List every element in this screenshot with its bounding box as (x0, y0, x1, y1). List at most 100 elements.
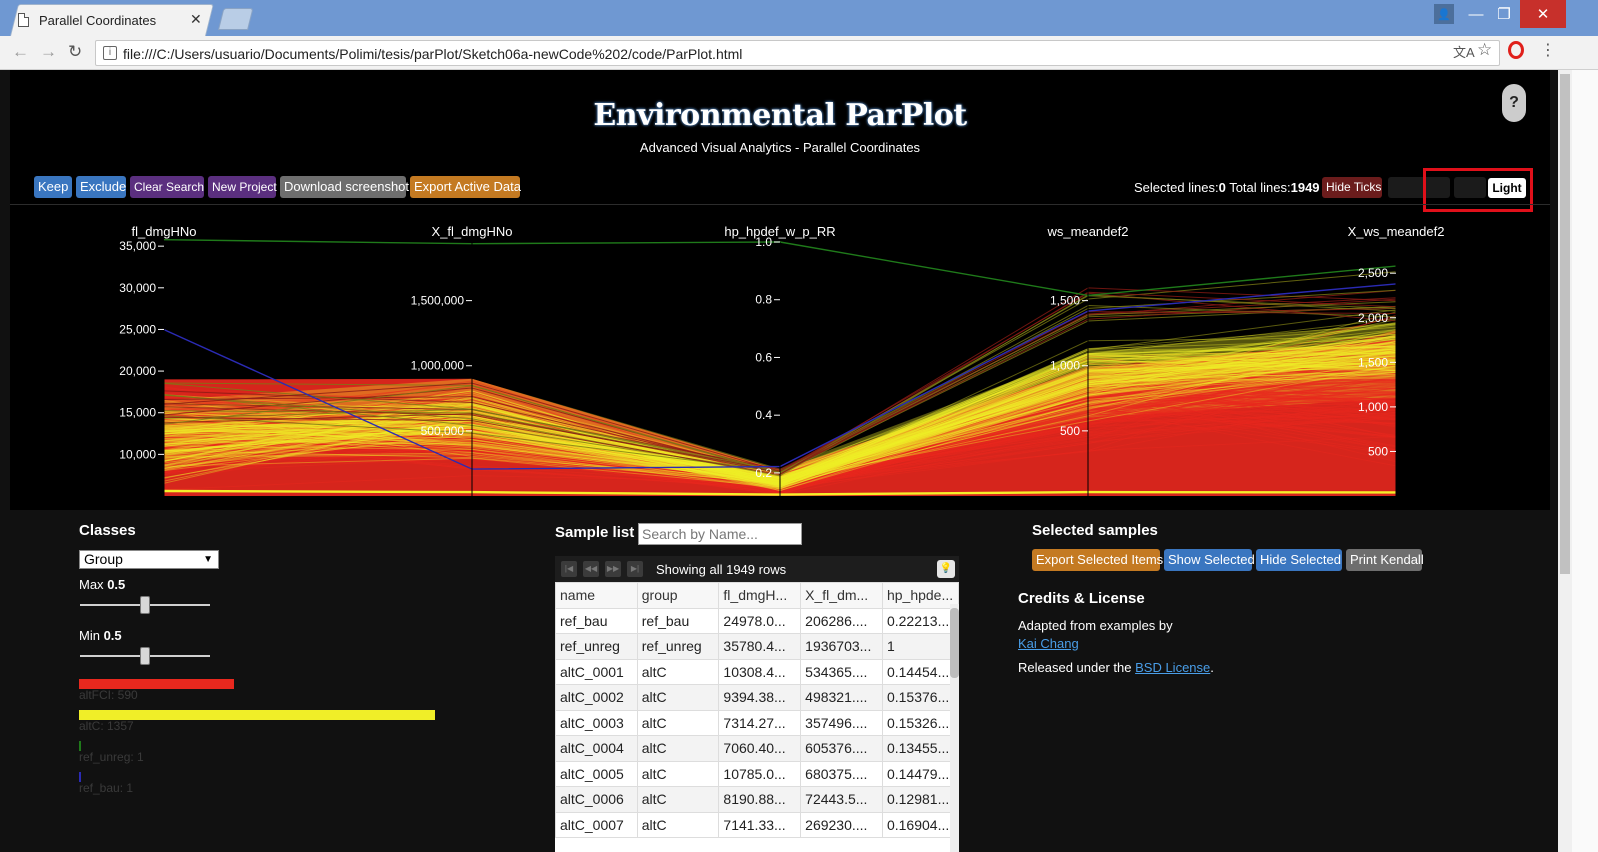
column-header-2[interactable]: fl_dmgH... (718, 582, 802, 609)
min-value: 0.5 (103, 628, 122, 643)
table-cell: 9394.38... (718, 684, 802, 711)
page-icon (18, 13, 29, 27)
tick-label: 35,000 (119, 239, 156, 253)
bookmark-star-icon[interactable]: ☆ (1477, 40, 1492, 60)
window-close-icon[interactable]: ✕ (1520, 0, 1566, 28)
search-by-name-input[interactable]: Search by Name... (638, 523, 802, 545)
table-row[interactable]: altC_0005 altC 10785.0... 680375.... 0.14479… (555, 760, 959, 787)
tick-label: 10,000 (119, 447, 156, 461)
tick-label: 0.2 (755, 466, 772, 480)
table-cell: 605376.... (800, 735, 883, 762)
table-row[interactable]: ref_bau ref_bau 24978.0... 206286.... 0.2221… (555, 607, 959, 634)
show-selected-button[interactable]: Show Selected (1164, 549, 1255, 571)
tick-label: 25,000 (119, 322, 156, 336)
group-select[interactable]: Group ▼ (79, 550, 219, 569)
table-row[interactable]: altC_0001 altC 10308.4... 534365.... 0.14454… (555, 658, 959, 685)
translate-icon[interactable]: 文A (1453, 42, 1475, 61)
table-cell: altC (636, 658, 720, 685)
tab-close-icon[interactable]: ✕ (190, 11, 202, 28)
next-page-icon[interactable]: ▶▶ (605, 561, 621, 577)
tick-label: 500 (1060, 424, 1080, 438)
chevron-down-icon: ▼ (203, 554, 213, 565)
table-row[interactable]: altC_0004 altC 7060.40... 605376.... 0.13455… (555, 735, 959, 762)
table-cell: 7314.27... (718, 709, 802, 736)
first-page-icon[interactable]: |◀ (561, 561, 577, 577)
selected-samples-title: Selected samples (1032, 522, 1158, 539)
address-bar[interactable]: i file:///C:/Users/usuario/Documents/Pol… (95, 40, 1500, 66)
restore-icon[interactable]: ❐ (1494, 0, 1514, 28)
page: Environmental ParPlot Advanced Visual An… (0, 70, 1598, 852)
back-icon[interactable]: ← (12, 42, 29, 62)
table-cell: altC (636, 735, 720, 762)
new-tab-button[interactable] (218, 8, 254, 30)
table-cell: altC_0006 (555, 786, 638, 813)
class-label-ref_bau: ref_bau: 1 (79, 781, 134, 795)
table-cell: 10785.0... (718, 760, 802, 787)
table-cell: altC_0007 (555, 811, 638, 838)
axis-label[interactable]: hp_hpdef_w_p_RR (724, 224, 835, 239)
table-cell: 0.12981... (881, 786, 959, 813)
minimize-icon[interactable]: — (1466, 0, 1486, 28)
page-scrollbar-thumb[interactable] (1560, 74, 1570, 574)
column-header-0[interactable]: name (555, 582, 638, 609)
classes-title: Classes (79, 522, 136, 539)
print-kendall-button[interactable]: Print Kendall (1346, 549, 1424, 571)
table-cell: 0.16904... (881, 811, 959, 838)
tick-label: 500 (1368, 444, 1388, 458)
table-cell: altC_0005 (555, 760, 638, 787)
url-text: file:///C:/Users/usuario/Documents/Polim… (123, 46, 743, 62)
browser-tab[interactable]: Parallel Coordinates ✕ (18, 8, 202, 32)
table-row[interactable]: altC_0006 altC 8190.88... 72443.5... 0.12981… (555, 786, 959, 813)
page-edge (1572, 70, 1598, 852)
kai-chang-link[interactable]: Kai Chang (1018, 636, 1079, 651)
export-selected-button[interactable]: Export Selected Items (1032, 549, 1163, 571)
credits-license-line: Released under the BSD License. (1018, 660, 1214, 675)
table-cell: ref_bau (555, 607, 638, 634)
tick-label: 30,000 (119, 281, 156, 295)
parallel-coordinates-chart[interactable]: fl_dmgHNo 10,000 15,000 20,000 25,000 30,000 3… (0, 70, 1540, 510)
page-info-icon[interactable]: i (103, 46, 117, 60)
table-cell: 24978.0... (718, 607, 802, 634)
table-cell: ref_unreg (555, 633, 638, 660)
max-slider-handle[interactable] (140, 596, 150, 614)
column-header-3[interactable]: X_fl_dm... (800, 582, 883, 609)
table-cell: 680375.... (800, 760, 883, 787)
table-scrollbar-thumb[interactable] (950, 608, 959, 678)
class-label-altC: altC: 1357 (79, 719, 134, 733)
axis-label[interactable]: ws_meandef2 (1047, 224, 1129, 239)
table-row[interactable]: altC_0003 altC 7314.27... 357496.... 0.15326… (555, 709, 959, 736)
tab-title: Parallel Coordinates (39, 12, 157, 28)
user-icon[interactable]: 👤 (1434, 4, 1454, 24)
table-cell: 7060.40... (718, 735, 802, 762)
table-cell: 0.15326... (881, 709, 959, 736)
menu-icon[interactable]: ⋮ (1540, 40, 1556, 60)
min-slider-handle[interactable] (140, 647, 150, 665)
table-cell: altC (636, 786, 720, 813)
forward-icon[interactable]: → (40, 42, 57, 62)
last-page-icon[interactable]: ▶| (627, 561, 643, 577)
prev-page-icon[interactable]: ◀◀ (583, 561, 599, 577)
table-cell: 498321.... (800, 684, 883, 711)
table-scrollbar[interactable] (950, 604, 959, 852)
axis-label[interactable]: fl_dmgHNo (131, 224, 196, 239)
column-header-4[interactable]: hp_hpde... (881, 582, 959, 609)
hide-selected-button[interactable]: Hide Selected (1256, 549, 1342, 571)
column-header-1[interactable]: group (636, 582, 720, 609)
table-row[interactable]: altC_0007 altC 7141.33... 269230.... 0.16904… (555, 811, 959, 838)
lightbulb-icon[interactable]: 💡 (937, 560, 955, 578)
table-pager: |◀ ◀◀ ▶▶ ▶| Showing all 1949 rows 💡 (555, 556, 959, 582)
axis-label[interactable]: X_ws_meandef2 (1348, 224, 1445, 239)
tick-label: 20,000 (119, 364, 156, 378)
reload-icon[interactable]: ↻ (68, 42, 82, 62)
class-label-ref_unreg: ref_unreg: 1 (79, 750, 144, 764)
axis-label[interactable]: X_fl_dmgHNo (432, 224, 513, 239)
table-row[interactable]: ref_unreg ref_unreg 35780.4... 1936703... 1 (555, 633, 959, 660)
opera-icon[interactable] (1508, 41, 1524, 59)
table-cell: 7141.33... (718, 811, 802, 838)
page-scrollbar[interactable] (1558, 70, 1572, 852)
table-row[interactable]: altC_0002 altC 9394.38... 498321.... 0.15376… (555, 684, 959, 711)
table-cell: 0.15376... (881, 684, 959, 711)
bsd-license-link[interactable]: BSD License (1135, 660, 1210, 675)
table-cell: ref_unreg (636, 633, 720, 660)
tick-label: 2,500 (1358, 266, 1388, 280)
